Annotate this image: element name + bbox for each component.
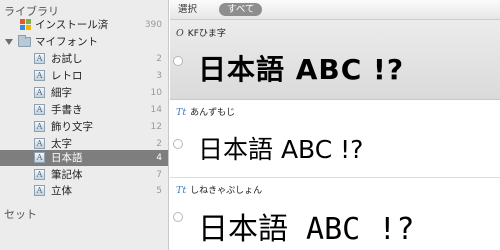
opentype-font-icon: O	[176, 28, 184, 39]
font-select-radio[interactable]	[173, 56, 183, 66]
sidebar-item-label: 細字	[51, 87, 72, 99]
sidebar-item-label: 飾り文字	[51, 121, 93, 133]
font-collection-icon: A	[34, 169, 45, 180]
sidebar-item-collection[interactable]: A 細字 10	[0, 85, 168, 101]
sidebar-item-collection[interactable]: A レトロ 3	[0, 68, 168, 84]
item-count: 5	[156, 186, 162, 196]
sidebar-item-collection[interactable]: A お試し 2	[0, 51, 168, 67]
sidebar-item-collection[interactable]: A 手書き 14	[0, 102, 168, 118]
font-preview-row[interactable]: Tt しねきゃぷしょん 日本語 ABC !?	[170, 179, 500, 250]
sidebar-item-installed[interactable]: インストール済 390	[0, 17, 168, 33]
sidebar-item-label: お試し	[51, 53, 83, 65]
sidebar-item-collection[interactable]: A 立体 5	[0, 183, 168, 199]
sidebar-item-label: 日本語	[51, 152, 83, 164]
folder-icon	[18, 35, 31, 47]
sidebar-item-label: 手書き	[51, 104, 83, 116]
font-collection-icon: A	[34, 53, 45, 64]
font-collection-icon: A	[34, 70, 45, 81]
item-count: 10	[150, 88, 162, 98]
disclosure-triangle-icon[interactable]	[5, 39, 13, 45]
sidebar-item-collection[interactable]: A 筆記体 7	[0, 167, 168, 183]
show-all-button[interactable]: すべて	[219, 3, 263, 16]
sidebar-item-my-fonts[interactable]: マイフォント	[0, 34, 168, 50]
font-collection-icon: A	[34, 138, 45, 149]
item-count: 14	[150, 105, 162, 115]
font-select-radio[interactable]	[173, 212, 183, 222]
font-sample-text: 日本語 ABC !?	[198, 53, 405, 86]
truetype-font-icon: Tt	[176, 185, 187, 196]
font-name: Tt しねきゃぷしょん	[176, 185, 263, 196]
toolbar: 選択 すべて	[170, 0, 500, 20]
font-sample-text: 日本語 ABC !?	[198, 212, 415, 247]
sidebar-item-collection-selected[interactable]: A 日本語 4	[0, 150, 168, 166]
select-button[interactable]: 選択	[178, 3, 197, 16]
item-count: 390	[144, 20, 162, 30]
sidebar-item-label: 筆記体	[51, 169, 83, 181]
item-count: 7	[156, 170, 162, 180]
sidebar: ライブラリ インストール済 390 マイフォント A お試し 2 A レトロ 3…	[0, 0, 169, 250]
item-count: 12	[150, 122, 162, 132]
sidebar-item-label: 立体	[51, 185, 72, 197]
sets-section-title: セット	[4, 208, 37, 221]
truetype-font-icon: Tt	[176, 107, 187, 118]
sidebar-item-label: マイフォント	[35, 36, 98, 48]
font-collection-icon: A	[34, 104, 45, 115]
font-collection-icon: A	[34, 87, 45, 98]
font-collection-icon: A	[34, 121, 45, 132]
item-count: 4	[156, 153, 162, 163]
font-collection-icon: A	[34, 185, 45, 196]
item-count: 2	[156, 54, 162, 64]
font-preview-row[interactable]: Tt あんずもじ 日本語 ABC !?	[170, 101, 500, 178]
font-preview-row-selected[interactable]: O KFひま字 日本語 ABC !?	[170, 20, 500, 100]
font-select-radio[interactable]	[173, 139, 183, 149]
windows-logo-icon	[20, 19, 32, 31]
sidebar-item-label: レトロ	[51, 70, 83, 82]
font-name: O KFひま字	[176, 28, 226, 39]
font-name: Tt あんずもじ	[176, 107, 236, 118]
font-sample-text: 日本語 ABC !?	[198, 135, 364, 164]
sidebar-item-label: インストール済	[35, 19, 109, 31]
item-count: 3	[156, 71, 162, 81]
sidebar-item-collection[interactable]: A 飾り文字 12	[0, 119, 168, 135]
font-collection-icon: A	[34, 152, 45, 163]
